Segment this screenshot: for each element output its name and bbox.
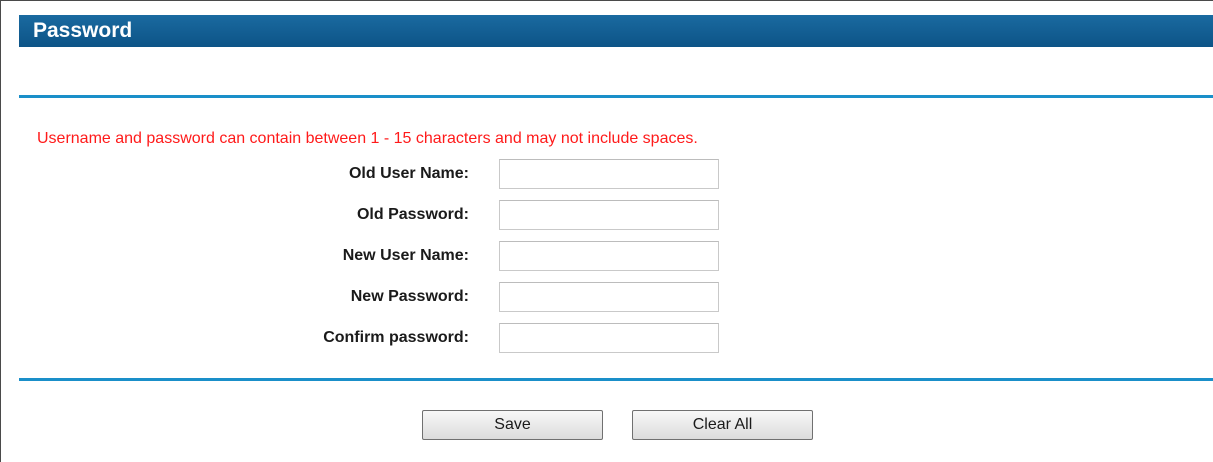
save-button[interactable]: Save — [422, 410, 603, 440]
old-user-name-label: Old User Name: — [348, 165, 469, 182]
confirm-password-row: Confirm password: — [1, 323, 1213, 353]
confirm-password-label: Confirm password: — [323, 329, 469, 346]
page-title: Password — [33, 19, 133, 42]
password-rules-notice: Username and password can contain betwee… — [37, 130, 698, 147]
confirm-password-input[interactable] — [499, 323, 719, 353]
new-user-name-row: New User Name: — [1, 241, 1213, 271]
old-user-name-row: Old User Name: — [1, 159, 1213, 189]
clear-all-button[interactable]: Clear All — [632, 410, 813, 440]
old-password-label: Old Password: — [356, 206, 469, 223]
panel-header: Password — [19, 15, 1213, 47]
new-password-label: New Password: — [350, 288, 469, 305]
old-user-name-input[interactable] — [499, 159, 719, 189]
top-divider — [19, 95, 1213, 98]
old-password-input[interactable] — [499, 200, 719, 230]
new-password-row: New Password: — [1, 282, 1213, 312]
new-password-input[interactable] — [499, 282, 719, 312]
new-user-name-label: New User Name: — [342, 247, 469, 264]
old-password-row: Old Password: — [1, 200, 1213, 230]
bottom-divider — [19, 378, 1213, 381]
new-user-name-input[interactable] — [499, 241, 719, 271]
password-panel: Password Username and password can conta… — [0, 0, 1213, 462]
